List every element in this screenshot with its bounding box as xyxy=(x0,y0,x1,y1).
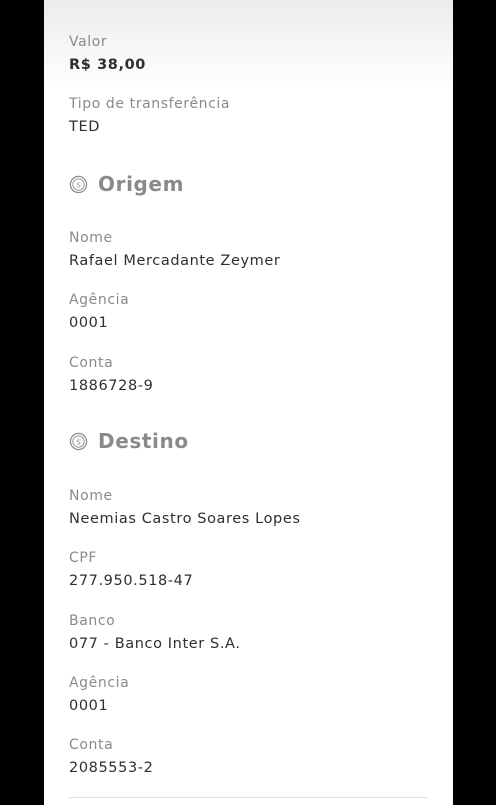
valor-value: R$ 38,00 xyxy=(69,57,146,73)
coin-icon: S xyxy=(69,432,88,450)
origem-section-header: S Origem xyxy=(69,172,184,196)
bottom-divider xyxy=(69,797,428,798)
destino-nome-field: Nome Neemias Castro Soares Lopes xyxy=(69,487,301,528)
destino-conta-field: Conta 2085553-2 xyxy=(69,736,153,777)
destino-banco-label: Banco xyxy=(69,613,116,629)
destino-nome-value: Neemias Castro Soares Lopes xyxy=(69,511,301,527)
destino-title: Destino xyxy=(98,429,189,453)
origem-conta-field: Conta 1886728-9 xyxy=(69,354,153,395)
destino-cpf-value: 277.950.518-47 xyxy=(69,573,194,589)
receipt-panel: Valor R$ 38,00 Tipo de transferência TED… xyxy=(44,0,453,805)
destino-conta-label: Conta xyxy=(69,737,114,753)
origem-conta-value: 1886728-9 xyxy=(69,378,154,394)
destino-section-header: S Destino xyxy=(69,429,189,453)
origem-conta-label: Conta xyxy=(69,355,114,371)
origem-agencia-label: Agência xyxy=(69,292,130,308)
svg-text:S: S xyxy=(76,437,81,446)
tipo-value: TED xyxy=(69,119,100,135)
origem-nome-label: Nome xyxy=(69,230,113,246)
origem-nome-field: Nome Rafael Mercadante Zeymer xyxy=(69,229,280,270)
origem-nome-value: Rafael Mercadante Zeymer xyxy=(69,253,281,269)
destino-banco-field: Banco 077 - Banco Inter S.A. xyxy=(69,612,241,653)
origem-agencia-field: Agência 0001 xyxy=(69,291,129,332)
valor-field: Valor R$ 38,00 xyxy=(69,33,146,74)
tipo-field: Tipo de transferência TED xyxy=(69,95,230,136)
destino-conta-value: 2085553-2 xyxy=(69,760,154,776)
tipo-label: Tipo de transferência xyxy=(69,96,231,112)
origem-agencia-value: 0001 xyxy=(69,315,109,331)
valor-label: Valor xyxy=(69,34,108,50)
destino-cpf-label: CPF xyxy=(69,550,98,566)
origem-title: Origem xyxy=(98,172,185,196)
destino-cpf-field: CPF 277.950.518-47 xyxy=(69,549,193,590)
coin-icon: S xyxy=(69,175,88,193)
svg-text:S: S xyxy=(76,180,81,189)
destino-agencia-value: 0001 xyxy=(69,698,109,714)
destino-agencia-label: Agência xyxy=(69,675,130,691)
destino-agencia-field: Agência 0001 xyxy=(69,674,129,715)
destino-banco-value: 077 - Banco Inter S.A. xyxy=(69,636,241,652)
destino-nome-label: Nome xyxy=(69,488,113,504)
